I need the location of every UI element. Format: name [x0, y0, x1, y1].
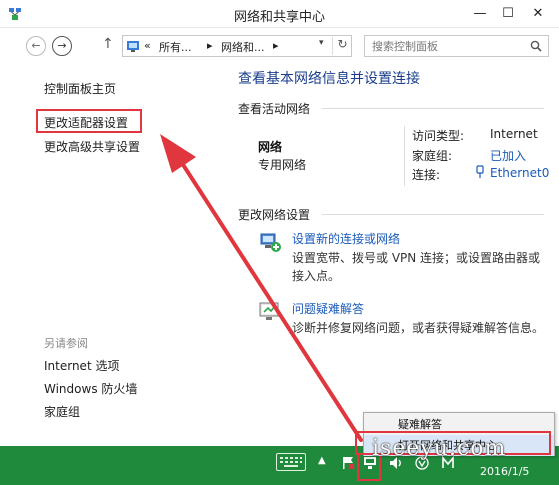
title-bar: 网络和共享中心 — ☐ ✕: [0, 0, 559, 28]
touch-keyboard-icon[interactable]: [276, 453, 306, 471]
windows-firewall-link[interactable]: Windows 防火墙: [44, 380, 137, 397]
connections-label: 连接:: [412, 168, 441, 182]
up-button[interactable]: ↑: [102, 36, 114, 52]
control-panel-home-link[interactable]: 控制面板主页: [44, 80, 116, 97]
vertical-divider: [404, 126, 405, 186]
search-box[interactable]: [364, 35, 549, 57]
see-also-heading: 另请参阅: [44, 337, 88, 350]
ethernet-icon: [476, 165, 484, 178]
address-field[interactable]: « 所有... ▸ 网络和... ▸ ▾ ↻: [122, 35, 352, 57]
main-pane: 查看基本网络信息并设置连接 查看活动网络 网络 专用网络 访问类型: Inter…: [222, 64, 559, 446]
search-input[interactable]: [365, 36, 520, 56]
page-title: 查看基本网络信息并设置连接: [238, 71, 420, 87]
navigation-bar: ← → ↑ « 所有... ▸ 网络和... ▸ ▾ ↻: [0, 28, 559, 64]
homegroup-link[interactable]: 家庭组: [44, 403, 80, 420]
breadcrumb-network[interactable]: 网络和...: [221, 39, 265, 55]
taskbar-date[interactable]: 2016/1/5: [480, 465, 529, 478]
section-divider: [322, 214, 544, 215]
left-pane: 控制面板主页 更改适配器设置 更改高级共享设置 另请参阅 Internet 选项…: [0, 64, 222, 446]
address-dropdown-icon[interactable]: ▾: [319, 38, 324, 48]
control-panel-icon: [127, 41, 139, 52]
breadcrumb-separator[interactable]: ▸: [207, 39, 213, 52]
new-connection-icon: [260, 233, 281, 252]
minimize-button[interactable]: —: [468, 4, 492, 24]
breadcrumb-separator[interactable]: ▸: [273, 39, 279, 52]
troubleshoot-problems-description: 诊断并修复网络问题，或者获得疑难解答信息。: [292, 321, 545, 335]
show-hidden-icons-button[interactable]: ▲: [318, 455, 326, 466]
site-watermark: iseeyu.com: [372, 436, 507, 461]
breadcrumb-all-items[interactable]: 所有...: [159, 39, 192, 55]
homegroup-joined-link[interactable]: 已加入: [490, 147, 526, 164]
network-profile: 专用网络: [258, 158, 307, 172]
ethernet-connection-link[interactable]: Ethernet0: [490, 166, 549, 180]
back-button[interactable]: ←: [26, 36, 46, 56]
maximize-button[interactable]: ☐: [496, 4, 520, 24]
internet-options-link[interactable]: Internet 选项: [44, 357, 119, 374]
search-icon[interactable]: [530, 40, 542, 52]
keyboard-keys-icon: [280, 457, 302, 467]
section-divider: [322, 108, 544, 109]
refresh-icon[interactable]: ↻: [332, 37, 352, 55]
setup-new-connection-link[interactable]: 设置新的连接或网络: [292, 230, 400, 247]
troubleshoot-problems-link[interactable]: 问题疑难解答: [292, 300, 364, 317]
breadcrumb-overflow[interactable]: «: [144, 39, 151, 52]
change-adapter-settings-link[interactable]: 更改适配器设置: [44, 114, 128, 131]
setup-new-connection-description: 设置宽带、拨号或 VPN 连接；或设置路由器或接入点。: [292, 251, 541, 283]
access-type-value: Internet: [490, 127, 538, 141]
network-name: 网络: [258, 140, 283, 154]
change-network-settings-heading: 更改网络设置: [238, 208, 311, 222]
close-button[interactable]: ✕: [526, 4, 550, 24]
troubleshoot-icon: [259, 302, 279, 320]
homegroup-label: 家庭组:: [412, 149, 453, 163]
advanced-sharing-settings-link[interactable]: 更改高级共享设置: [44, 138, 140, 155]
active-networks-heading: 查看活动网络: [238, 102, 311, 116]
access-type-label: 访问类型:: [412, 129, 465, 143]
forward-button[interactable]: →: [52, 36, 72, 56]
action-center-flag-icon[interactable]: [340, 455, 356, 471]
